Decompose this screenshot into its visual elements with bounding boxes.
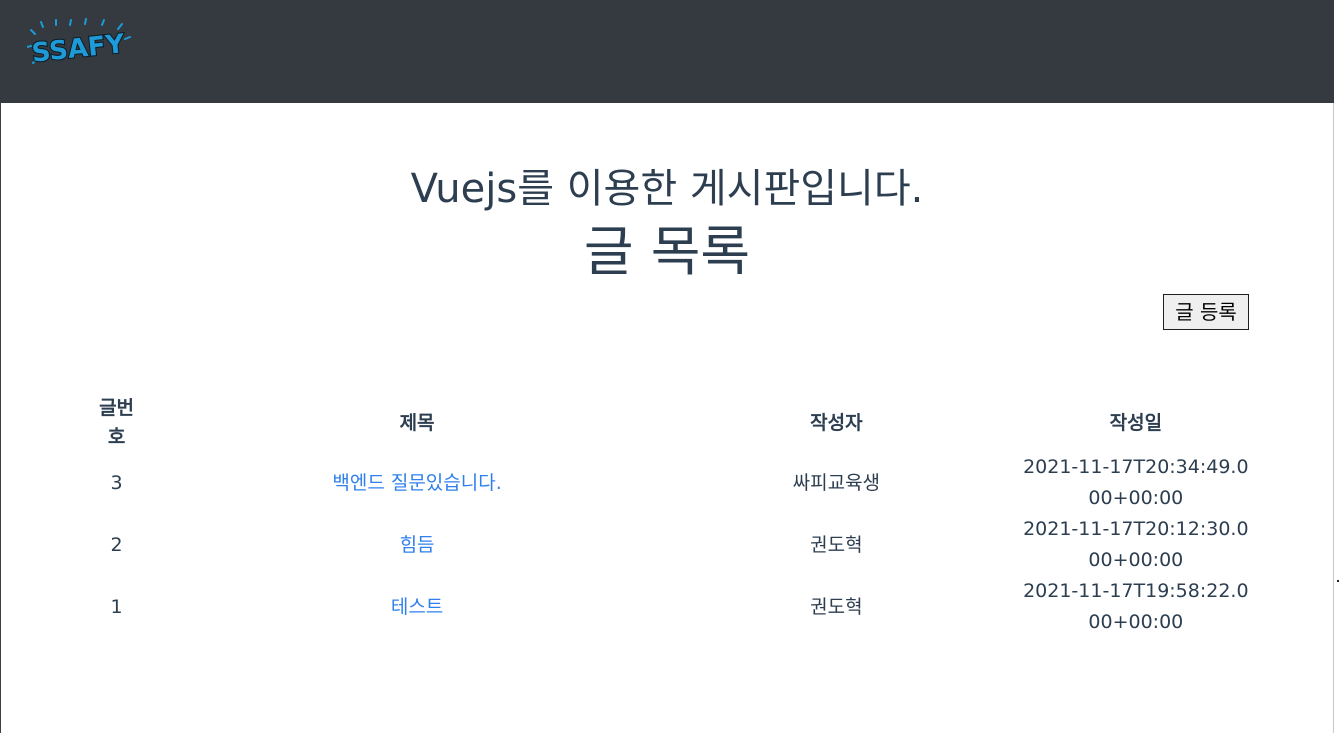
table-row: 2 힘듬 권도혁 2021-11-17T20:12:30.000+00:00 [67,514,1267,576]
post-author: 권도혁 [810,533,863,556]
post-date: 2021-11-17T20:34:49.000+00:00 [1023,456,1249,509]
post-date: 2021-11-17T20:12:30.000+00:00 [1023,518,1249,571]
column-header-number: 글번호 [67,394,166,452]
post-subject-cell: 힘듬 [166,514,668,576]
post-subject-cell: 백엔드 질문있습니다. [166,452,668,514]
ssafy-logo[interactable]: SSAFY [27,18,131,70]
post-subject-cell: 테스트 [166,576,668,638]
post-date-cell: 2021-11-17T20:12:30.000+00:00 [1005,514,1267,576]
write-post-button[interactable]: 글 등록 [1163,294,1249,330]
post-subject-link[interactable]: 백엔드 질문있습니다. [332,472,501,494]
post-subject-link[interactable]: 테스트 [391,596,443,618]
header-bar: SSAFY [0,0,1334,103]
table-row: 1 테스트 권도혁 2021-11-17T19:58:22.000+00:00 [67,576,1267,638]
page-title: Vuejs를 이용한 게시판입니다. [410,166,924,212]
post-table: 글번호 제목 작성자 작성일 3 백엔드 질문있습니다. 싸피교육생 2021-… [67,394,1267,638]
post-subject-link[interactable]: 힘듬 [400,534,435,556]
post-author: 싸피교육생 [792,471,881,494]
table-row: 3 백엔드 질문있습니다. 싸피교육생 2021-11-17T20:34:49.… [67,452,1267,514]
post-number: 1 [110,595,123,618]
post-date-cell: 2021-11-17T20:34:49.000+00:00 [1005,452,1267,514]
post-date: 2021-11-17T19:58:22.000+00:00 [1023,580,1249,633]
column-header-author: 작성자 [810,411,863,434]
table-header-row: 글번호 제목 작성자 작성일 [67,394,1267,452]
post-number: 3 [110,471,123,494]
post-number: 2 [110,533,123,556]
edge-artifact [1337,580,1339,582]
column-header-number-label: 글번호 [99,397,135,448]
column-header-date: 작성일 [1109,411,1163,434]
post-author: 권도혁 [810,595,863,618]
post-date-cell: 2021-11-17T19:58:22.000+00:00 [1005,576,1267,638]
logo-text: SSAFY [30,29,127,69]
column-header-subject: 제목 [399,411,435,434]
list-title: 글 목록 [583,220,751,283]
